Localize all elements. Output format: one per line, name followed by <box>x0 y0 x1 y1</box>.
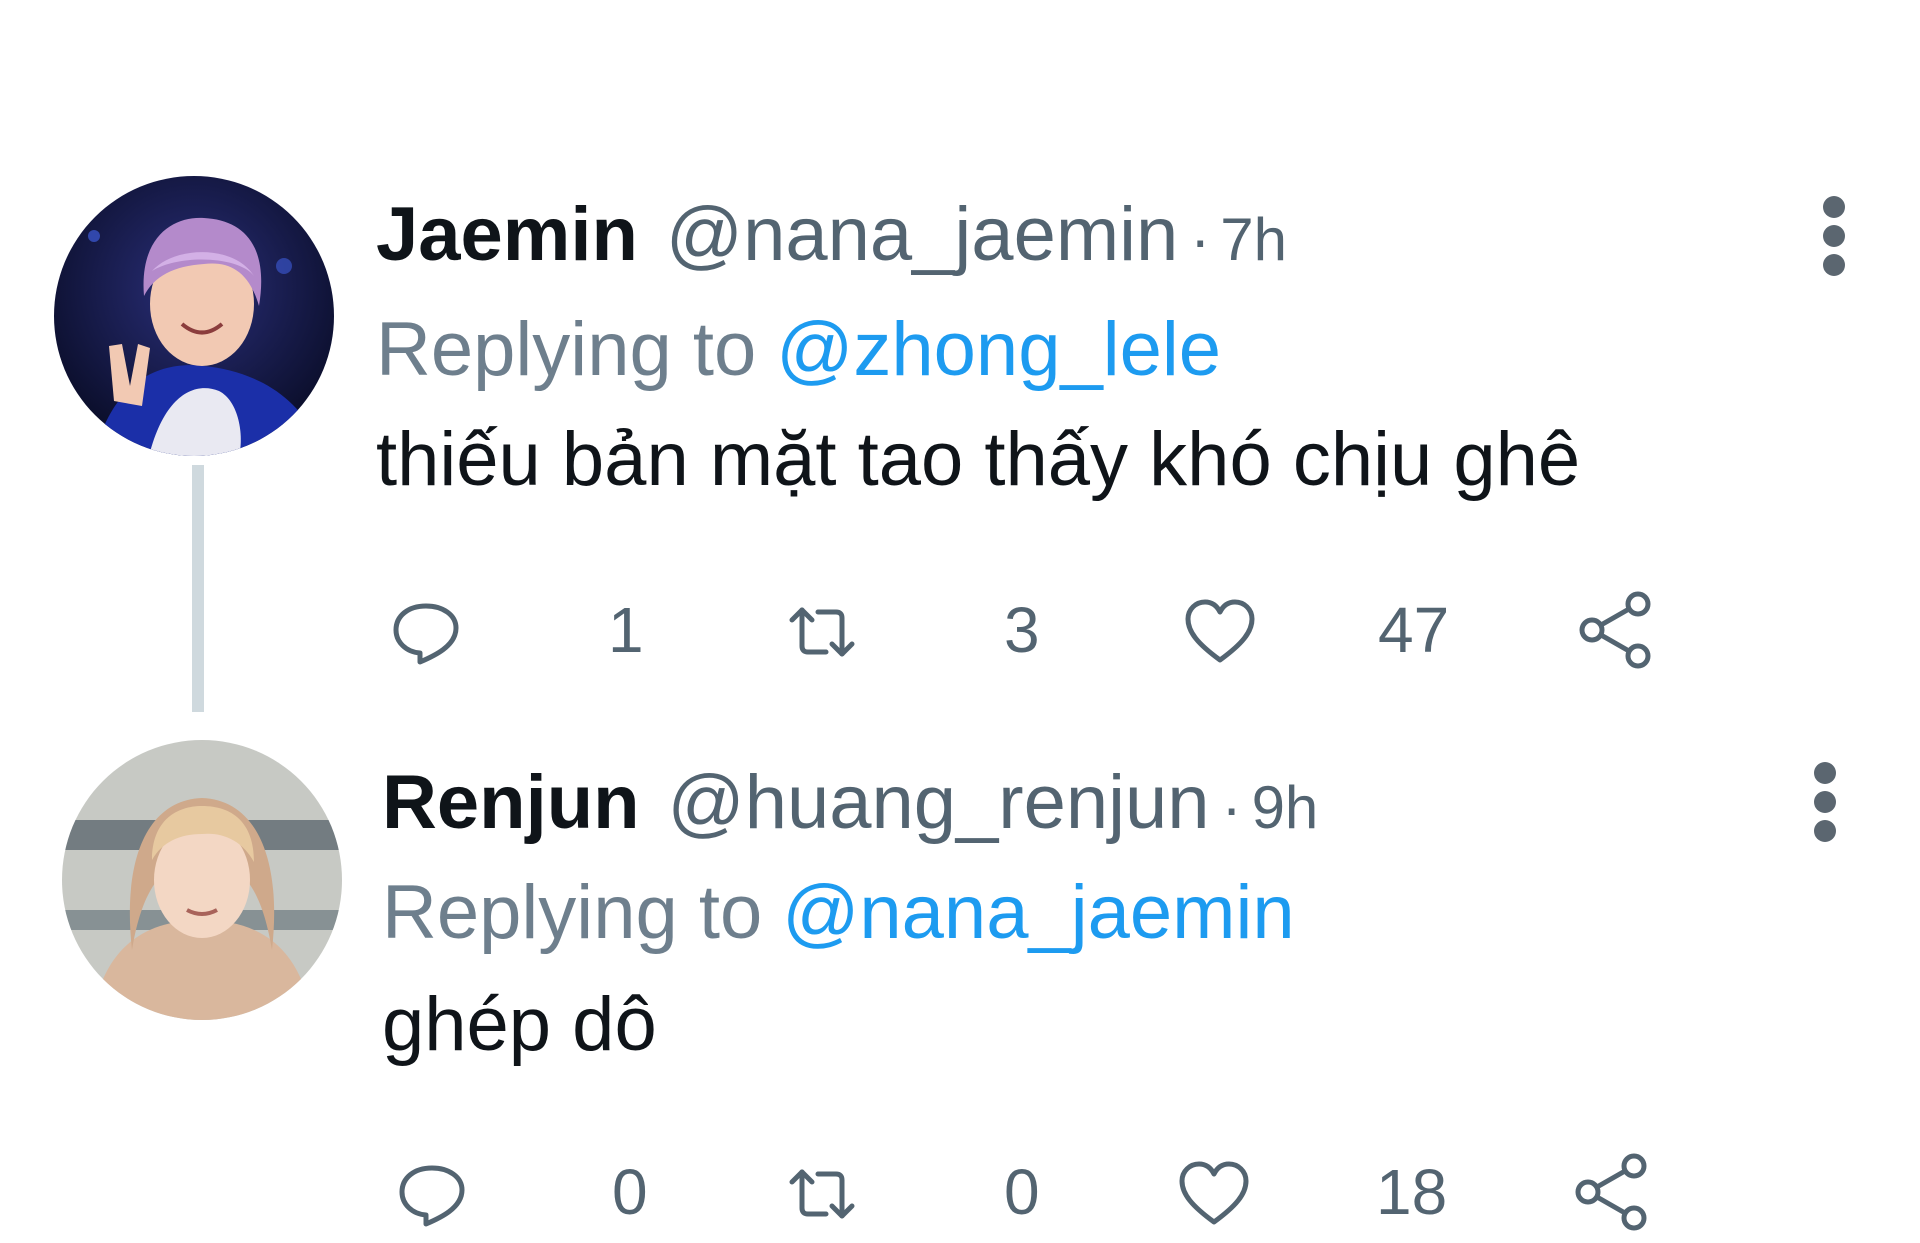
replying-prefix: Replying to <box>382 870 763 955</box>
display-name[interactable]: Jaemin <box>376 192 638 277</box>
tweet-text: ghép dô <box>382 982 657 1067</box>
avatar-image <box>62 740 342 1020</box>
timestamp[interactable]: 7h <box>1220 206 1287 273</box>
tweet-header: Jaemin @nana_jaemin · 7h <box>376 190 1287 285</box>
separator-dot: · <box>1221 774 1242 841</box>
timestamp[interactable]: 9h <box>1252 774 1319 841</box>
reply-count: 1 <box>608 594 644 666</box>
user-handle[interactable]: @huang_renjun <box>668 760 1210 845</box>
avatar-image <box>54 176 334 456</box>
retweet-icon <box>789 607 855 657</box>
separator-dot: · <box>1190 206 1211 273</box>
share-icon <box>1575 1153 1647 1231</box>
like-count: 18 <box>1376 1156 1448 1228</box>
reply-count: 0 <box>612 1156 648 1228</box>
reply-icon <box>399 1165 465 1227</box>
more-vertical-icon[interactable] <box>1812 762 1838 842</box>
replying-mention-link[interactable]: @zhong_lele <box>776 307 1221 392</box>
avatar[interactable] <box>62 740 342 1020</box>
like-count: 47 <box>1378 594 1450 666</box>
avatar[interactable] <box>54 176 334 456</box>
heart-icon <box>1185 599 1255 663</box>
replying-to: Replying to @nana_jaemin <box>382 868 1295 958</box>
replying-to: Replying to @zhong_lele <box>376 305 1221 395</box>
tweet-header: Renjun @huang_renjun · 9h <box>382 758 1318 853</box>
thread-line <box>192 465 204 712</box>
tweet-text: thiếu bản mặt tao thấy khó chịu ghê <box>376 417 1581 502</box>
more-vertical-icon[interactable] <box>1821 196 1847 276</box>
retweet-count: 3 <box>1004 594 1040 666</box>
user-handle[interactable]: @nana_jaemin <box>666 192 1178 277</box>
tweet-actions: 0 0 18 <box>396 1148 1686 1238</box>
tweet-actions: 1 3 47 <box>390 586 1680 676</box>
display-name[interactable]: Renjun <box>382 760 640 845</box>
replying-mention-link[interactable]: @nana_jaemin <box>782 870 1294 955</box>
replying-prefix: Replying to <box>376 307 757 392</box>
retweet-icon <box>789 1169 855 1219</box>
heart-icon <box>1179 1161 1249 1225</box>
retweet-count: 0 <box>1004 1156 1040 1228</box>
share-icon <box>1579 591 1651 669</box>
reply-icon <box>393 603 459 665</box>
